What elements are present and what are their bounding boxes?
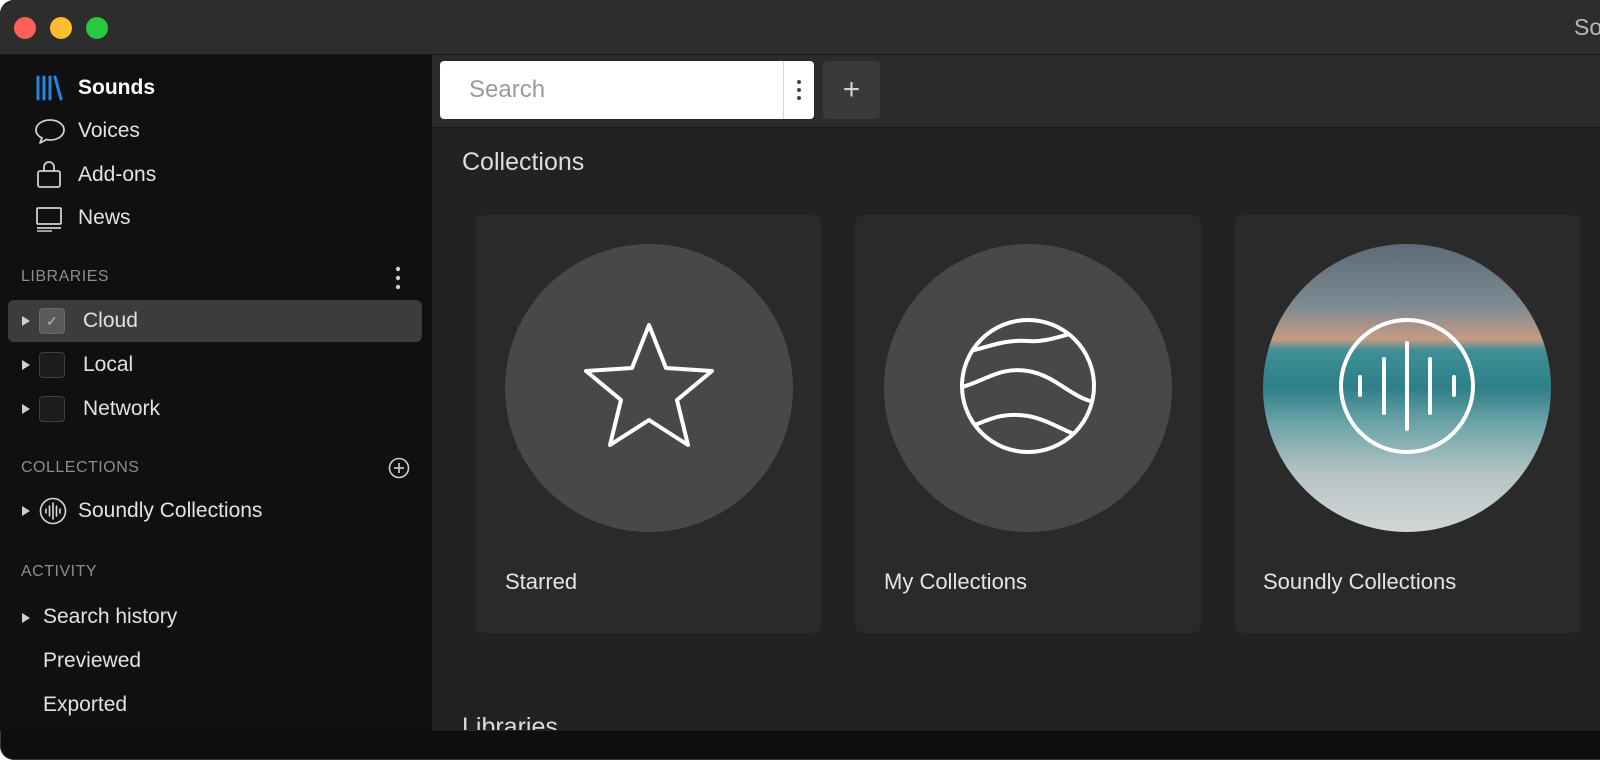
speech-bubble-icon — [34, 116, 66, 146]
card-artwork — [1263, 244, 1551, 532]
libraries-heading: LIBRARIES — [21, 268, 110, 285]
library-item-network[interactable]: Network — [8, 388, 422, 430]
activity-item-previewed[interactable]: Previewed — [43, 649, 141, 673]
libraries-section-title: Libraries — [462, 703, 558, 730]
expand-triangle-icon[interactable] — [22, 613, 30, 623]
soundly-waveform-icon — [1332, 311, 1482, 466]
activity-heading: ACTIVITY — [21, 563, 98, 580]
library-checkbox[interactable]: ✓ — [39, 308, 65, 334]
expand-triangle-icon[interactable] — [22, 506, 30, 516]
collection-label: Soundly Collections — [78, 499, 263, 522]
library-label: Cloud — [83, 309, 138, 332]
activity-item-exported[interactable]: Exported — [43, 693, 127, 717]
collections-heading: COLLECTIONS — [21, 459, 140, 476]
section-title-text: Libraries — [462, 713, 558, 730]
expand-triangle-icon[interactable] — [22, 404, 30, 414]
zoom-window-button[interactable] — [86, 17, 108, 39]
library-label: Network — [83, 397, 161, 420]
shopping-bag-icon — [34, 160, 66, 190]
search-input[interactable] — [440, 61, 776, 119]
add-button[interactable]: + — [823, 61, 880, 119]
globe-waves-icon — [953, 311, 1103, 466]
soundly-icon — [39, 497, 67, 525]
window-title: Soundly — [1574, 14, 1600, 40]
search-box — [440, 61, 814, 119]
window-frame: Soundly Sounds Voices Add-ons News — [0, 0, 1600, 760]
sidebar-item-news[interactable]: News — [34, 201, 131, 235]
card-label: Starred — [505, 569, 578, 594]
library-item-cloud[interactable]: ✓ Cloud — [8, 300, 422, 342]
sidebar-item-voices[interactable]: Voices — [34, 114, 140, 148]
sidebar-item-add-ons[interactable]: Add-ons — [34, 158, 156, 192]
expand-triangle-icon[interactable] — [22, 360, 30, 370]
libraries-more-icon[interactable] — [388, 265, 408, 291]
card-artwork — [884, 244, 1172, 532]
add-collection-icon[interactable] — [388, 457, 410, 479]
search-options-icon[interactable] — [783, 61, 814, 119]
collection-card-starred[interactable]: Starred — [476, 215, 822, 633]
toolbar: + — [432, 55, 1600, 128]
collections-title: Collections — [462, 148, 585, 176]
library-checkbox[interactable] — [39, 396, 65, 422]
collection-card-my-collections[interactable]: My Collections — [855, 215, 1201, 633]
monitor-icon — [34, 203, 66, 233]
sidebar-item-label: Sounds — [78, 76, 155, 99]
close-window-button[interactable] — [14, 17, 36, 39]
collection-item-soundly[interactable]: Soundly Collections — [8, 490, 422, 532]
expand-triangle-icon[interactable] — [22, 316, 30, 326]
main-content: + Collections Starred My Collections — [432, 55, 1600, 731]
sidebar-item-sounds[interactable]: Sounds — [34, 71, 155, 105]
library-item-local[interactable]: Local — [8, 344, 422, 386]
sidebar-item-label: Add-ons — [78, 163, 157, 186]
sidebar-item-label: Voices — [78, 119, 140, 142]
card-label: Soundly Collections — [1263, 569, 1457, 594]
library-icon — [34, 73, 66, 103]
collection-card-soundly-collections[interactable]: Soundly Collections — [1234, 215, 1580, 633]
library-label: Local — [83, 353, 134, 376]
app-window: Soundly Sounds Voices Add-ons News — [0, 0, 1600, 760]
sidebar-item-label: News — [78, 206, 131, 229]
activity-item-search-history[interactable]: Search history — [43, 605, 177, 629]
card-label: My Collections — [884, 569, 1028, 594]
card-artwork — [505, 244, 793, 532]
sidebar: Sounds Voices Add-ons News LIBRARIES ✓ C… — [0, 55, 432, 731]
title-bar: Soundly — [0, 0, 1600, 55]
library-checkbox[interactable] — [39, 352, 65, 378]
star-icon — [574, 311, 724, 466]
minimize-window-button[interactable] — [50, 17, 72, 39]
